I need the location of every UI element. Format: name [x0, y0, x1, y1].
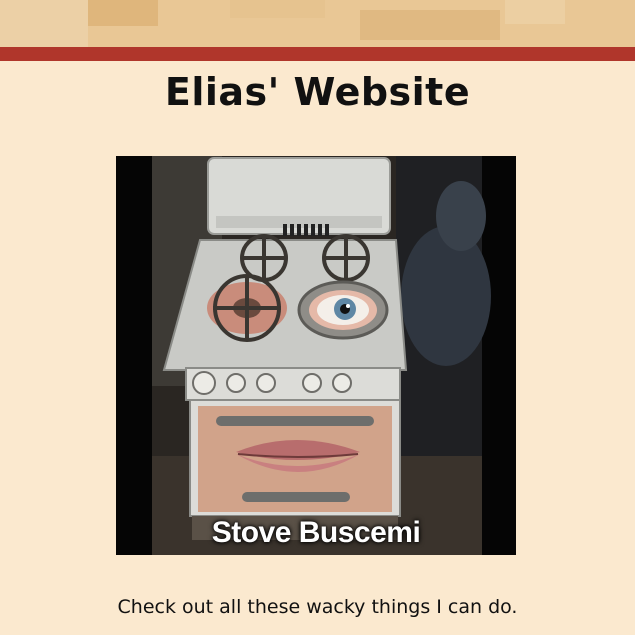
banner-block: [230, 0, 325, 18]
banner-block: [88, 0, 158, 26]
banner-block: [0, 0, 88, 47]
stove-face-photo: Stove Buscemi: [116, 156, 516, 555]
stove-illustration: [116, 156, 516, 555]
banner-block: [505, 0, 565, 24]
header-banner: [0, 0, 635, 47]
page-caption: Check out all these wacky things I can d…: [117, 596, 518, 618]
header-stripe: [0, 47, 635, 61]
page-title: Elias' Website: [164, 70, 471, 114]
banner-block: [360, 10, 500, 40]
image-overlay-text: Stove Buscemi: [211, 516, 421, 549]
